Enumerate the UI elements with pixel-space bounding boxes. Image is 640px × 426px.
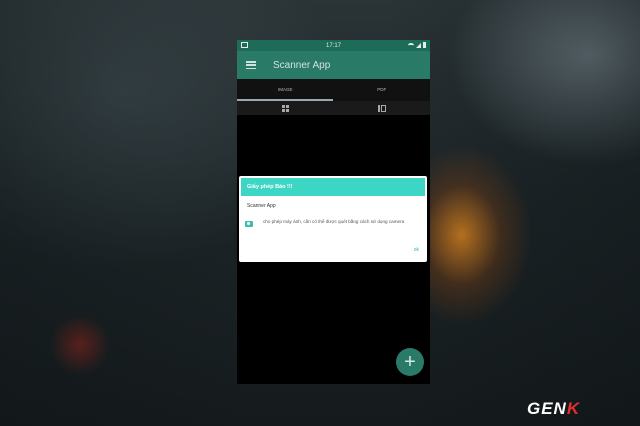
wifi-icon (408, 42, 414, 48)
dialog-message: cho phép máy ảnh, cần có thể được quét b… (263, 219, 405, 224)
app-bar: Scanner App (237, 51, 430, 79)
gallery-notification-icon (241, 42, 248, 48)
status-bar: 17:17 (237, 40, 430, 51)
grid-view-button[interactable] (237, 101, 334, 115)
dialog-title: Giấy phép Báo !!! (241, 178, 425, 196)
grid-view-icon (281, 104, 289, 112)
tab-image[interactable]: IMAGE (237, 79, 334, 101)
permission-dialog: Giấy phép Báo !!! Scanner App cho phép m… (239, 176, 427, 262)
battery-icon (423, 42, 426, 48)
camera-icon (245, 221, 253, 227)
add-button[interactable]: + (396, 348, 424, 376)
signal-icon (416, 42, 421, 48)
list-view-button[interactable] (334, 101, 431, 115)
tab-pdf[interactable]: PDF (334, 79, 431, 101)
app-title: Scanner App (273, 59, 331, 71)
ok-button[interactable]: ok (414, 247, 419, 253)
hamburger-menu-icon[interactable] (246, 61, 256, 69)
view-toggle-row (237, 101, 430, 115)
status-time: 17:17 (325, 42, 341, 49)
logo-accent: K (566, 399, 581, 418)
dialog-app-name: Scanner App (247, 203, 276, 209)
dialog-body: cho phép máy ảnh, cần có thể được quét b… (245, 219, 419, 227)
genk-logo: GENK (527, 399, 580, 419)
status-icons (408, 42, 426, 48)
logo-prefix: GEN (527, 399, 567, 418)
tab-indicator (237, 99, 333, 101)
tab-bar: IMAGE PDF (237, 79, 430, 101)
list-view-icon (377, 104, 386, 112)
